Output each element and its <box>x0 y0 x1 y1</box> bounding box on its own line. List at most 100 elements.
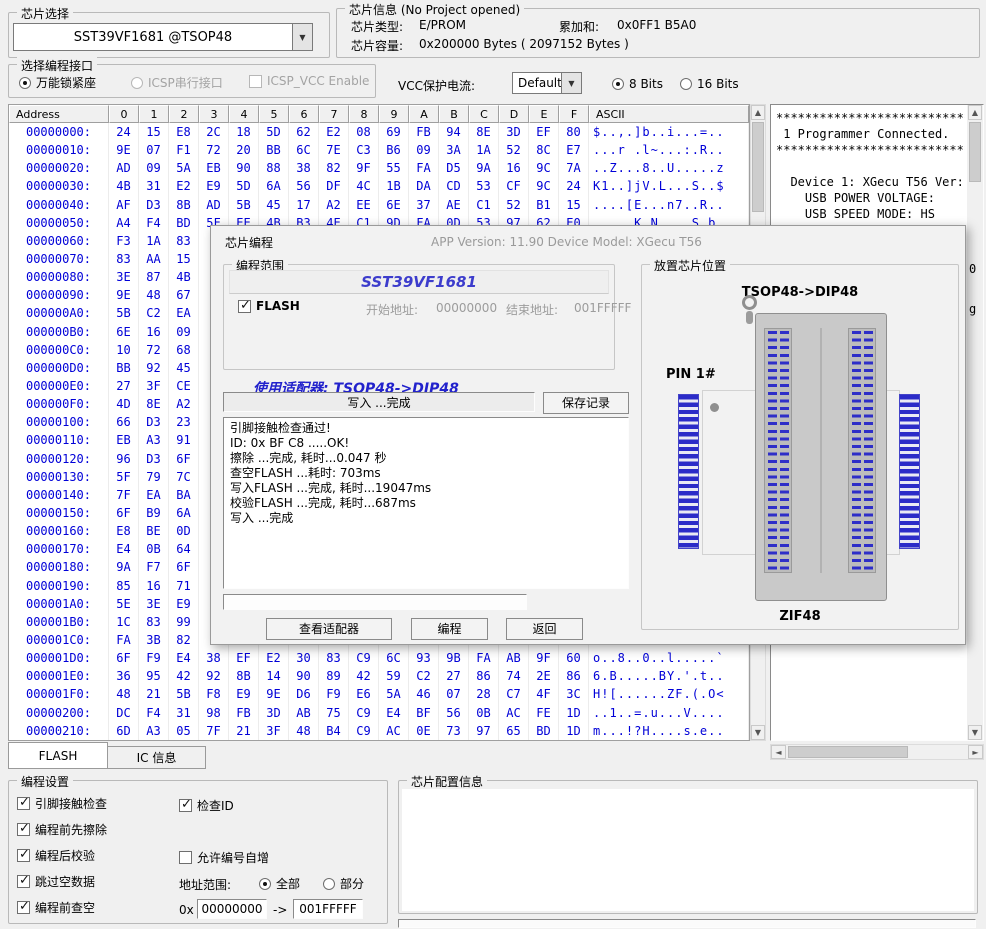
save-log-button[interactable]: 保存记录 <box>543 392 629 414</box>
check-id-checkbox[interactable]: 检查ID <box>179 797 234 814</box>
socket-radio[interactable]: 万能锁紧座 <box>19 74 96 91</box>
hex-byte[interactable]: 3D <box>499 123 529 141</box>
hex-byte[interactable]: 31 <box>169 704 199 722</box>
hex-byte[interactable]: 3C <box>559 685 589 703</box>
hex-byte[interactable]: 05 <box>169 722 199 740</box>
hex-byte[interactable]: 07 <box>139 141 169 159</box>
hex-byte[interactable]: 56 <box>289 177 319 195</box>
hex-byte[interactable]: 09 <box>139 159 169 177</box>
hex-byte[interactable]: 5D <box>259 123 289 141</box>
hex-byte[interactable]: C9 <box>349 649 379 667</box>
hex-byte[interactable]: 92 <box>139 359 169 377</box>
hex-byte[interactable]: EB <box>109 431 139 449</box>
hex-byte[interactable]: 16 <box>139 323 169 341</box>
hex-byte[interactable]: 83 <box>319 649 349 667</box>
hex-ascii[interactable]: ..Z...8..U.....z <box>589 159 749 177</box>
hex-byte[interactable]: BF <box>409 704 439 722</box>
hex-byte[interactable]: DC <box>109 704 139 722</box>
hex-byte[interactable]: 36 <box>109 667 139 685</box>
hex-byte[interactable]: 9C <box>529 177 559 195</box>
hex-byte[interactable]: A2 <box>169 395 199 413</box>
hex-byte[interactable]: E7 <box>559 141 589 159</box>
hex-scrollbar-thumb[interactable] <box>752 122 764 212</box>
hex-byte[interactable]: FB <box>229 704 259 722</box>
checkbox-checked-icon[interactable] <box>17 875 30 888</box>
radio-selected-icon[interactable] <box>259 878 271 890</box>
hex-byte[interactable]: 66 <box>109 413 139 431</box>
hex-byte[interactable]: D3 <box>139 196 169 214</box>
scroll-left-icon[interactable]: ◄ <box>771 745 786 759</box>
hex-ascii[interactable]: ....[E...n7..R.. <box>589 196 749 214</box>
log-scrollbar-vertical[interactable]: ▲ ▼ <box>967 105 983 740</box>
radio-icon[interactable] <box>680 78 692 90</box>
hex-byte[interactable]: 62 <box>289 123 319 141</box>
range-part-radio[interactable]: 部分 <box>323 875 364 892</box>
hex-byte[interactable]: C9 <box>349 704 379 722</box>
hex-byte[interactable]: E8 <box>109 522 139 540</box>
hex-byte[interactable]: F4 <box>139 214 169 232</box>
hex-byte[interactable]: 1D <box>559 722 589 740</box>
hex-byte[interactable]: E4 <box>169 649 199 667</box>
hex-byte[interactable]: F3 <box>109 232 139 250</box>
hex-byte[interactable]: 52 <box>499 141 529 159</box>
hex-column-header[interactable]: Address <box>9 105 109 123</box>
hex-byte[interactable]: 24 <box>109 123 139 141</box>
hex-byte[interactable]: 9C <box>529 159 559 177</box>
bits-16-radio[interactable]: 16 Bits <box>680 77 739 91</box>
hex-byte[interactable]: 9E <box>109 141 139 159</box>
scroll-down-icon[interactable]: ▼ <box>751 725 765 740</box>
log-scrollbar-thumb[interactable] <box>969 122 981 182</box>
hex-byte[interactable]: FB <box>409 123 439 141</box>
hex-byte[interactable]: 5A <box>169 159 199 177</box>
hex-byte[interactable]: E4 <box>379 704 409 722</box>
hex-byte[interactable]: 9F <box>529 649 559 667</box>
hex-byte[interactable]: CE <box>169 377 199 395</box>
hex-byte[interactable]: C7 <box>499 685 529 703</box>
hex-byte[interactable]: 6A <box>259 177 289 195</box>
checkbox-checked-icon[interactable] <box>179 799 192 812</box>
hex-byte[interactable]: 6C <box>379 649 409 667</box>
hex-byte[interactable]: 52 <box>499 196 529 214</box>
scroll-up-icon[interactable]: ▲ <box>968 105 982 120</box>
hex-byte[interactable]: 9E <box>259 685 289 703</box>
hex-byte[interactable]: 59 <box>379 667 409 685</box>
hex-byte[interactable]: 4F <box>529 685 559 703</box>
hex-byte[interactable]: 67 <box>169 286 199 304</box>
hex-byte[interactable]: 2E <box>529 667 559 685</box>
hex-byte[interactable]: A4 <box>109 214 139 232</box>
hex-byte[interactable]: AB <box>499 649 529 667</box>
hex-byte[interactable]: 7E <box>319 141 349 159</box>
hex-byte[interactable]: E9 <box>169 595 199 613</box>
hex-byte[interactable]: E2 <box>259 649 289 667</box>
hex-byte[interactable]: 73 <box>439 722 469 740</box>
hex-byte[interactable]: 6F <box>109 649 139 667</box>
hex-byte[interactable]: 15 <box>169 250 199 268</box>
hex-byte[interactable]: F9 <box>139 649 169 667</box>
scroll-right-icon[interactable]: ► <box>968 745 983 759</box>
hex-byte[interactable]: 8B <box>169 196 199 214</box>
hex-byte[interactable]: 4C <box>349 177 379 195</box>
hex-byte[interactable]: 6F <box>109 504 139 522</box>
chip-select-dropdown-button[interactable]: ▼ <box>293 23 313 51</box>
hex-byte[interactable]: 86 <box>559 667 589 685</box>
hex-column-header[interactable]: 4 <box>229 105 259 123</box>
hex-byte[interactable]: 20 <box>229 141 259 159</box>
checkbox-checked-icon[interactable] <box>17 901 30 914</box>
hex-byte[interactable]: 68 <box>169 341 199 359</box>
auto-increment-checkbox[interactable]: 允许编号自增 <box>179 849 269 866</box>
hex-column-header[interactable]: 0 <box>109 105 139 123</box>
hex-byte[interactable]: 99 <box>169 613 199 631</box>
checkbox-checked-icon[interactable] <box>238 300 251 313</box>
hex-byte[interactable]: EF <box>529 123 559 141</box>
hex-byte[interactable]: 80 <box>559 123 589 141</box>
hex-byte[interactable]: 1D <box>559 704 589 722</box>
hex-byte[interactable]: 6F <box>169 450 199 468</box>
settings-checkbox-row[interactable]: 编程前查空 <box>17 899 107 915</box>
hex-byte[interactable]: BA <box>169 486 199 504</box>
hex-byte[interactable]: 75 <box>319 704 349 722</box>
hex-byte[interactable]: 94 <box>439 123 469 141</box>
hex-byte[interactable]: 6F <box>169 558 199 576</box>
hex-byte[interactable]: 17 <box>289 196 319 214</box>
checkbox-icon[interactable] <box>249 75 262 88</box>
dialog-flash-checkbox[interactable]: FLASH <box>238 299 300 313</box>
